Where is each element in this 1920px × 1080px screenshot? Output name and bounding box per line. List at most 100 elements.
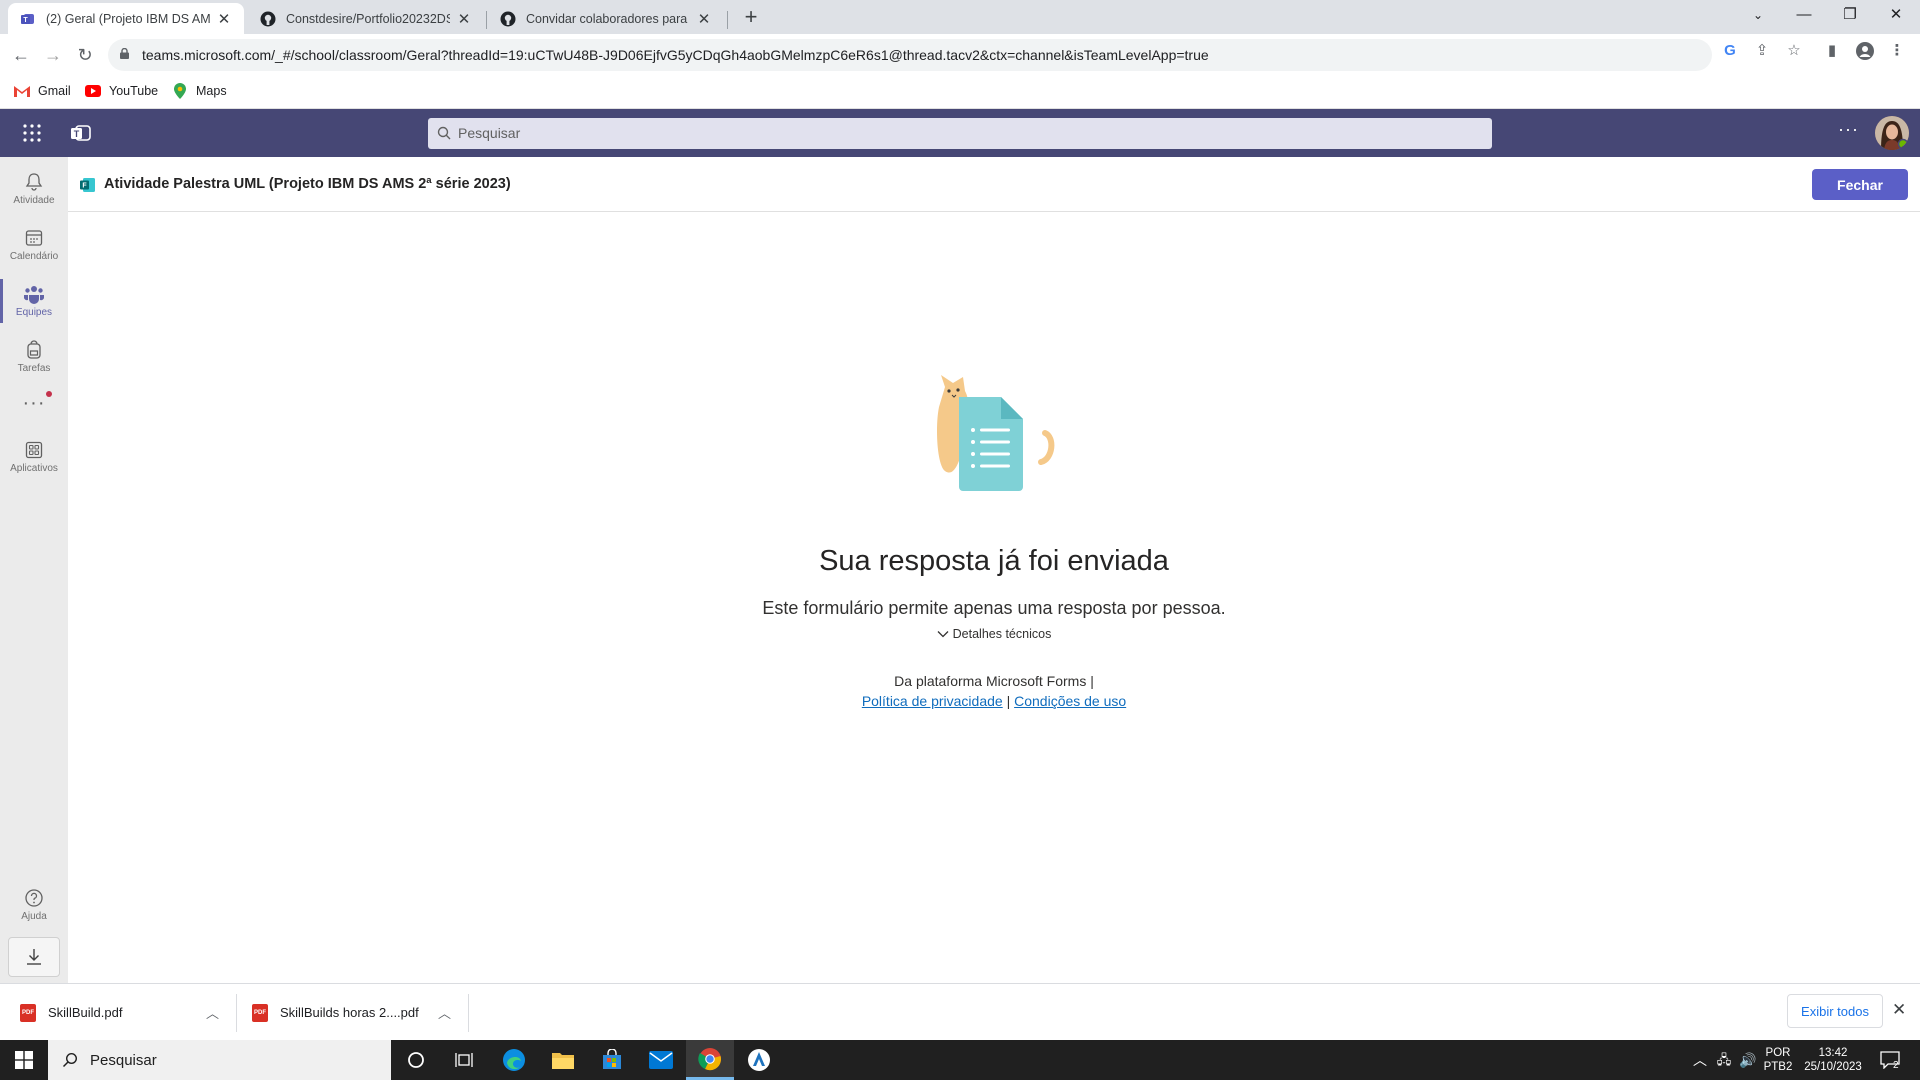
volume-icon[interactable]: 🔊 [1736,1040,1760,1080]
rail-label: Aplicativos [10,463,58,474]
rail-item-ajuda[interactable]: Ajuda [0,877,68,933]
rail-item-aplicativos[interactable]: Aplicativos [0,429,68,485]
language-indicator[interactable]: POR PTB2 [1760,1040,1796,1080]
avatar[interactable] [1875,116,1909,150]
rail-label: Ajuda [21,911,47,922]
menu-kebab-icon[interactable]: ⋮ [1888,42,1906,60]
windows-start-icon[interactable] [0,1040,48,1080]
reload-button[interactable]: ↻ [72,42,98,68]
taskbar-search-input[interactable]: Pesquisar [48,1040,391,1080]
app-launcher-pinned-icon[interactable] [735,1040,783,1080]
microsoft-store-icon[interactable] [588,1040,636,1080]
lock-icon [120,48,129,59]
profile-icon[interactable] [1856,42,1874,60]
restore-button[interactable]: ❐ [1828,0,1872,30]
close-tab-icon[interactable]: ✕ [216,10,232,28]
mail-icon[interactable] [637,1040,685,1080]
teams-top-bar: T Pesquisar ··· [0,109,1920,157]
technical-details-label: Detalhes técnicos [952,627,1052,641]
close-button[interactable]: Fechar [1812,169,1908,200]
download-filename: SkillBuild.pdf [48,1005,123,1020]
chrome-icon[interactable] [686,1040,734,1080]
teams-logo-icon: T [70,122,92,144]
tray-chevron-up-icon[interactable]: ︿ [1688,1040,1712,1080]
bookmarks-bar: Gmail YouTube Maps [0,76,1920,109]
terms-of-use-link[interactable]: Condições de uso [1014,693,1126,709]
search-input[interactable]: Pesquisar [428,118,1492,149]
calendar-icon [25,230,43,246]
bookmark-label: Maps [196,84,227,98]
rail-item-calendario[interactable]: Calendário [0,217,68,273]
close-tab-icon[interactable]: ✕ [696,10,712,28]
show-all-downloads-button[interactable]: Exibir todos [1787,994,1883,1028]
download-icon [27,949,41,965]
file-explorer-icon[interactable] [539,1040,587,1080]
bookmark-maps[interactable]: Maps [172,83,227,99]
rail-more-apps[interactable]: ··· [0,381,68,425]
download-separator [236,994,237,1032]
cortana-icon[interactable] [392,1040,440,1080]
forward-button[interactable]: → [40,42,66,68]
edge-icon[interactable] [490,1040,538,1080]
app-rail: Atividade Calendário Equipes Tarefas ···… [0,157,68,983]
rail-label: Calendário [9,251,59,262]
tab-separator [486,11,487,29]
minimize-button[interactable]: — [1782,0,1826,30]
maps-icon [172,83,188,99]
back-button[interactable]: ← [8,42,34,68]
close-window-button[interactable]: ✕ [1874,0,1918,30]
keyboard-layout: PTB2 [1763,1061,1793,1073]
google-lens-icon[interactable]: G [1721,42,1739,60]
share-icon[interactable]: ⇪ [1753,42,1771,60]
bookmark-star-icon[interactable]: ☆ [1785,42,1803,60]
close-tab-icon[interactable]: ✕ [456,10,472,28]
clock-time: 13:42 [1818,1047,1848,1059]
confirmation-title: Sua resposta já foi enviada [819,545,1169,577]
app-launcher-icon[interactable] [22,123,42,143]
close-download-bar-icon[interactable]: ✕ [1892,1000,1906,1020]
privacy-policy-link[interactable]: Política de privacidade [862,693,1003,709]
new-tab-button[interactable]: + [737,4,765,32]
pdf-file-icon: PDF [252,1003,268,1022]
bookmark-youtube[interactable]: YouTube [85,83,158,99]
clock[interactable]: 13:42 25/10/2023 [1798,1040,1868,1080]
address-bar[interactable]: teams.microsoft.com/_#/school/classroom/… [108,39,1712,71]
url-text: teams.microsoft.com/_#/school/classroom/… [142,47,1209,63]
more-options-icon[interactable]: ··· [1838,119,1859,140]
download-separator [468,994,469,1032]
download-app-button[interactable] [8,937,60,977]
download-item[interactable]: PDF SkillBuild.pdf ︿ [20,984,220,1041]
gmail-icon [14,83,30,99]
forms-attribution: Da plataforma Microsoft Forms | [894,673,1094,689]
link-separator: | [1006,693,1011,709]
rail-item-tarefas[interactable]: Tarefas [0,329,68,385]
tab-search-chevron-icon[interactable]: ⌄ [1736,0,1780,30]
rail-item-equipes[interactable]: Equipes [0,273,68,329]
footer-links: Política de privacidade | Condições de u… [68,693,1920,709]
task-view-icon[interactable] [440,1040,488,1080]
chevron-up-icon[interactable]: ︿ [438,1003,451,1022]
chevron-up-icon[interactable]: ︿ [206,1003,219,1022]
bookmark-gmail[interactable]: Gmail [14,83,71,99]
technical-details-toggle[interactable]: Detalhes técnicos [68,627,1920,641]
download-item[interactable]: PDF SkillBuilds horas 2....pdf ︿ [252,984,452,1041]
form-header: F Atividade Palestra UML (Projeto IBM DS… [68,157,1920,212]
help-icon [25,889,43,907]
tab-github-portfolio[interactable]: Constdesire/Portfolio20232DS: P ✕ [248,3,484,34]
notification-count-badge: 2 [1893,1060,1899,1071]
confirmation-subtitle: Este formulário permite apenas uma respo… [762,598,1226,618]
tab-github-collaborators[interactable]: Convidar colaboradores para um ✕ [488,3,724,34]
pdf-file-icon: PDF [20,1003,36,1022]
bell-icon [25,173,43,191]
rail-item-atividade[interactable]: Atividade [0,161,68,217]
notification-center-icon[interactable]: 2 [1870,1040,1910,1080]
clock-date: 25/10/2023 [1804,1061,1862,1073]
svg-text:F: F [82,183,87,190]
bookmark-label: YouTube [109,84,159,98]
network-icon[interactable]: 🖧 [1712,1040,1736,1080]
teams-people-icon [24,286,44,304]
teams-icon: T [20,11,36,27]
tab-teams[interactable]: T (2) Geral (Projeto IBM DS AMS 2ª ✕ [8,3,244,34]
side-panel-icon[interactable]: ▮ [1823,42,1841,60]
windows-taskbar: Pesquisar ︿ 🖧 🔊 POR PTB2 13:42 25/10/202… [0,1040,1920,1080]
